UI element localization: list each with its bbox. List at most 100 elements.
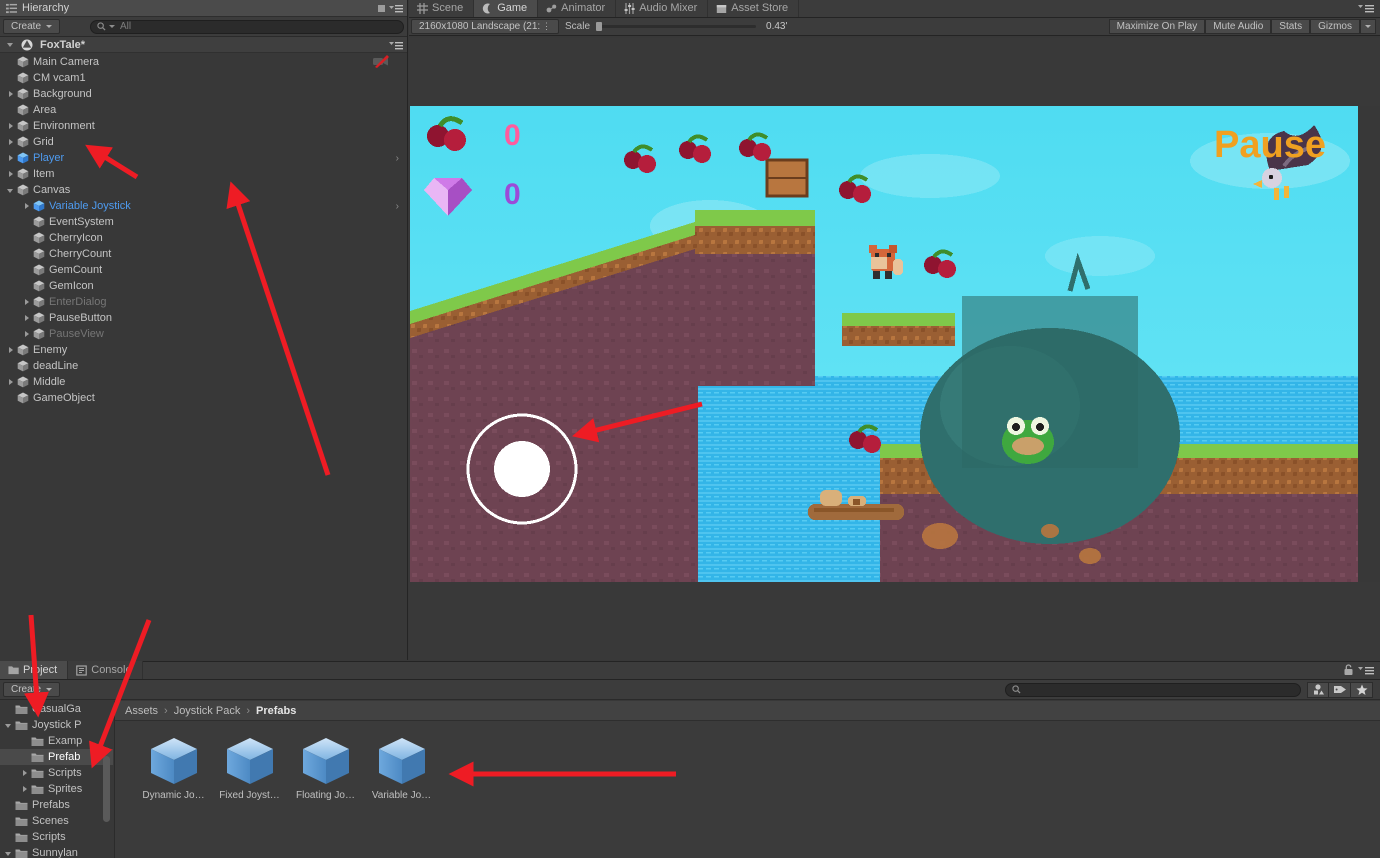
panel-menu-icon[interactable]	[377, 3, 403, 14]
tab-game[interactable]: Game	[474, 0, 538, 17]
project-folder-sunnylan[interactable]: Sunnylan	[0, 845, 113, 858]
hierarchy-tab-header[interactable]: Hierarchy	[0, 0, 407, 17]
hierarchy-item-player[interactable]: Player ›	[0, 150, 407, 166]
hierarchy-item-canvas[interactable]: Canvas	[0, 182, 407, 198]
favorites-star-icon[interactable]	[1351, 682, 1373, 698]
hierarchy-item-gemcount[interactable]: GemCount	[0, 262, 407, 278]
expand-twisty[interactable]	[20, 784, 31, 795]
hierarchy-item-label: Player	[33, 152, 64, 164]
asset-item[interactable]: Variable Jo…	[370, 735, 433, 801]
expand-twisty[interactable]	[4, 720, 15, 731]
expand-twisty[interactable]	[6, 121, 17, 132]
search-filter-chevron-icon[interactable]	[109, 25, 115, 28]
project-create-button[interactable]: Create	[3, 682, 60, 697]
tab-project[interactable]: Project	[0, 661, 68, 679]
prefab-open-chevron-icon[interactable]: ›	[396, 201, 399, 212]
scale-label: Scale	[565, 21, 590, 32]
prefab-cube-icon	[300, 735, 352, 787]
expand-twisty[interactable]	[20, 768, 31, 779]
hierarchy-item-pausebutton[interactable]: PauseButton	[0, 310, 407, 326]
expand-twisty[interactable]	[6, 377, 17, 388]
hierarchy-item-environment[interactable]: Environment	[0, 118, 407, 134]
expand-twisty[interactable]	[22, 201, 33, 212]
hierarchy-item-grid[interactable]: Grid	[0, 134, 407, 150]
expand-twisty[interactable]	[6, 137, 17, 148]
hierarchy-item-cm-vcam1[interactable]: CM vcam1	[0, 70, 407, 86]
hierarchy-item-middle[interactable]: Middle	[0, 374, 407, 390]
hierarchy-item-background[interactable]: Background	[0, 86, 407, 102]
asset-type-filter-icon[interactable]	[1307, 682, 1329, 698]
hierarchy-item-pauseview[interactable]: PauseView	[0, 326, 407, 342]
asset-item[interactable]: Floating Jo…	[294, 735, 357, 801]
tab-audio-mixer[interactable]: Audio Mixer	[616, 0, 708, 17]
tab-console[interactable]: Console	[68, 661, 142, 679]
expand-twisty[interactable]	[6, 153, 17, 164]
hierarchy-item-eventsystem[interactable]: EventSystem	[0, 214, 407, 230]
project-folder-scripts[interactable]: Scripts	[0, 765, 113, 781]
hierarchy-search-input[interactable]: All	[90, 20, 404, 34]
prefab-open-chevron-icon[interactable]: ›	[396, 153, 399, 164]
tab-scene[interactable]: Scene	[409, 0, 474, 17]
breadcrumb-segment[interactable]: Joystick Pack	[174, 705, 241, 717]
hierarchy-item-cherryicon[interactable]: CherryIcon	[0, 230, 407, 246]
project-folder-scenes[interactable]: Scenes	[0, 813, 113, 829]
expand-twisty[interactable]	[6, 185, 17, 196]
hud-pause-button[interactable]: Pause	[1214, 124, 1326, 167]
project-folder-sprites[interactable]: Sprites	[0, 781, 113, 797]
game-option-mute-audio[interactable]: Mute Audio	[1205, 19, 1271, 34]
scene-context-menu-icon[interactable]	[389, 40, 403, 51]
lock-icon[interactable]	[1343, 664, 1354, 676]
hierarchy-item-area[interactable]: Area	[0, 102, 407, 118]
project-folder-casualga[interactable]: CasualGa	[0, 701, 113, 717]
gameobject-cube-icon	[17, 72, 29, 84]
project-tree-scrollbar[interactable]	[103, 756, 110, 822]
project-folder-joystick-p[interactable]: Joystick P	[0, 717, 113, 733]
panel-menu-icon[interactable]	[1358, 665, 1374, 676]
hierarchy-item-variable-joystick[interactable]: Variable Joystick›	[0, 198, 407, 214]
hierarchy-item-enemy[interactable]: Enemy	[0, 342, 407, 358]
asset-item[interactable]: Dynamic Jo…	[142, 735, 205, 801]
project-panel: ProjectConsole Create	[0, 661, 1380, 858]
hierarchy-item-cherrycount[interactable]: CherryCount	[0, 246, 407, 262]
hierarchy-item-item[interactable]: Item	[0, 166, 407, 182]
game-resolution-dropdown[interactable]: 2160x1080 Landscape (21: ⋮	[411, 19, 559, 34]
game-render-surface[interactable]: 0 0 Pause	[410, 106, 1358, 582]
game-option-maximize-on-play[interactable]: Maximize On Play	[1109, 19, 1206, 34]
project-search-input[interactable]	[1005, 683, 1301, 697]
hierarchy-item-main-camera[interactable]: Main Camera	[0, 54, 407, 70]
expand-twisty[interactable]	[22, 329, 33, 340]
project-folder-prefab[interactable]: Prefab	[0, 749, 113, 765]
project-folder-prefabs[interactable]: Prefabs	[0, 797, 113, 813]
scale-slider-handle[interactable]	[596, 22, 602, 31]
tab-animator[interactable]: Animator	[538, 0, 616, 17]
breadcrumb-segment[interactable]: Prefabs	[256, 705, 296, 717]
hierarchy-item-enterdialog[interactable]: EnterDialog	[0, 294, 407, 310]
expand-twisty[interactable]	[22, 313, 33, 324]
game-option-stats[interactable]: Stats	[1271, 19, 1310, 34]
expand-twisty[interactable]	[22, 297, 33, 308]
hierarchy-item-deadline[interactable]: deadLine	[0, 358, 407, 374]
scale-slider[interactable]	[596, 25, 756, 28]
game-option-gizmos[interactable]: Gizmos	[1310, 19, 1360, 34]
panel-menu-icon[interactable]	[1358, 3, 1374, 14]
expand-twisty[interactable]	[4, 848, 15, 858]
project-folder-scripts[interactable]: Scripts	[0, 829, 113, 845]
expand-twisty[interactable]	[6, 345, 17, 356]
project-folder-examp[interactable]: Examp	[0, 733, 113, 749]
tab-asset-store[interactable]: Asset Store	[708, 0, 799, 17]
expand-twisty[interactable]	[6, 169, 17, 180]
expand-twisty[interactable]	[6, 89, 17, 100]
folder-icon	[31, 752, 44, 763]
hierarchy-tree: Main Camera CM vcam1 Background Area Env…	[0, 53, 407, 406]
scene-expand-twisty[interactable]	[6, 39, 17, 50]
game-icon	[482, 3, 493, 14]
asset-item[interactable]: Fixed Joyst…	[218, 735, 281, 801]
gizmos-dropdown-chevron[interactable]	[1360, 19, 1376, 34]
label-filter-icon[interactable]	[1329, 682, 1351, 698]
scene-root-row[interactable]: FoxTale*	[0, 37, 407, 53]
hierarchy-create-button[interactable]: Create	[3, 19, 60, 34]
camera-preview-icon[interactable]	[373, 55, 389, 71]
hierarchy-item-gemicon[interactable]: GemIcon	[0, 278, 407, 294]
hierarchy-item-gameobject[interactable]: GameObject	[0, 390, 407, 406]
breadcrumb-segment[interactable]: Assets	[125, 705, 158, 717]
